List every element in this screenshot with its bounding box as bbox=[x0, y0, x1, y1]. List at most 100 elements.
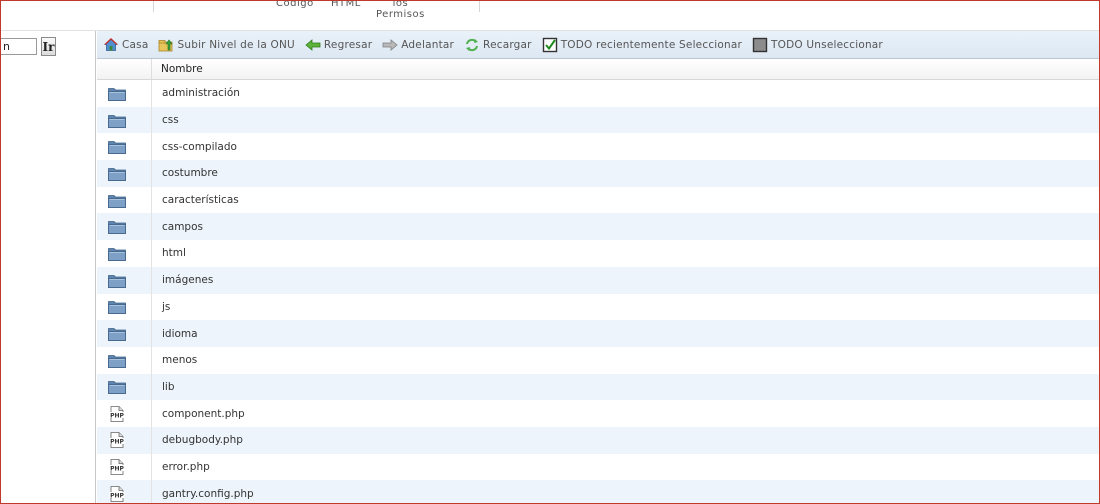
row-icon-cell bbox=[97, 373, 152, 401]
table-row[interactable]: lib bbox=[97, 373, 1100, 401]
php-file-icon: PHP bbox=[109, 485, 125, 502]
svg-text:PHP: PHP bbox=[110, 465, 124, 472]
tab-separator bbox=[153, 0, 154, 12]
php-file-icon: PHP bbox=[109, 405, 125, 422]
left-pane: Ir bbox=[0, 31, 96, 504]
select-all-label: TODO recientemente Seleccionar bbox=[560, 38, 743, 51]
folder-icon bbox=[108, 379, 126, 395]
forward-label: Adelantar bbox=[401, 38, 455, 51]
row-icon-cell bbox=[97, 320, 152, 347]
php-file-icon: PHP bbox=[109, 459, 125, 475]
row-icon-cell bbox=[97, 160, 152, 187]
top-tab-bar: Codigo HTML los Permisos bbox=[0, 0, 1100, 31]
svg-text:PHP: PHP bbox=[110, 412, 124, 419]
back-button[interactable]: Regresar bbox=[305, 34, 372, 56]
row-name[interactable]: lib bbox=[152, 381, 1100, 393]
row-icon-cell bbox=[97, 80, 152, 107]
row-icon-cell bbox=[97, 266, 152, 294]
row-name[interactable]: css bbox=[152, 114, 1100, 126]
row-icon-cell: PHP bbox=[97, 426, 152, 454]
folder-icon bbox=[108, 246, 126, 261]
folder-icon bbox=[108, 326, 126, 341]
table-row[interactable]: imágenes bbox=[97, 266, 1100, 294]
row-name[interactable]: campos bbox=[152, 221, 1100, 233]
row-name[interactable]: idioma bbox=[152, 328, 1100, 340]
up-level-button[interactable]: Subir Nivel de la ONU bbox=[158, 34, 295, 56]
file-toolbar: Casa Subir Nivel de la ONU Regresar Adel… bbox=[97, 31, 1100, 59]
table-row[interactable]: costumbre bbox=[97, 160, 1100, 187]
table-row[interactable]: idioma bbox=[97, 320, 1100, 347]
icon-column-header bbox=[97, 59, 152, 79]
table-row[interactable]: campos bbox=[97, 213, 1100, 241]
folder-icon bbox=[108, 86, 126, 101]
table-row[interactable]: menos bbox=[97, 346, 1100, 374]
select-all-button[interactable]: TODO recientemente Seleccionar bbox=[542, 34, 742, 56]
file-list: Nombre administración css css-compilado cos… bbox=[97, 59, 1100, 504]
table-row[interactable]: css bbox=[97, 106, 1100, 134]
folder-icon bbox=[108, 219, 126, 235]
up-level-label: Subir Nivel de la ONU bbox=[177, 38, 295, 51]
file-list-body: administración css css-compilado costumbre c… bbox=[97, 80, 1100, 504]
reload-button[interactable]: Recargar bbox=[464, 34, 532, 56]
row-name[interactable]: características bbox=[152, 194, 1100, 206]
row-name[interactable]: css-compilado bbox=[152, 141, 1100, 153]
tab-codigo[interactable]: Codigo bbox=[276, 0, 314, 9]
back-arrow-icon bbox=[305, 37, 321, 53]
table-row[interactable]: características bbox=[97, 186, 1100, 214]
row-name[interactable]: js bbox=[152, 301, 1100, 313]
row-icon-cell bbox=[97, 213, 152, 241]
row-name[interactable]: gantry.config.php bbox=[152, 488, 1100, 500]
row-icon-cell bbox=[97, 240, 152, 267]
folder-icon bbox=[108, 299, 126, 315]
home-label: Casa bbox=[122, 38, 149, 51]
name-column-header[interactable]: Nombre bbox=[152, 59, 1100, 79]
row-icon-cell bbox=[97, 106, 152, 134]
table-row[interactable]: html bbox=[97, 240, 1100, 267]
search-input[interactable] bbox=[0, 38, 37, 55]
home-button[interactable]: Casa bbox=[103, 34, 148, 56]
folder-icon bbox=[108, 113, 126, 128]
home-icon bbox=[103, 37, 119, 53]
table-row[interactable]: administración bbox=[97, 80, 1100, 107]
go-button[interactable]: Ir bbox=[41, 37, 56, 56]
row-name[interactable]: menos bbox=[152, 354, 1100, 366]
row-icon-cell: PHP bbox=[97, 400, 152, 427]
unselect-all-label: TODO Unseleccionar bbox=[771, 38, 883, 51]
row-icon-cell bbox=[97, 186, 152, 214]
php-file-icon: PHP bbox=[109, 432, 125, 449]
svg-text:PHP: PHP bbox=[110, 439, 124, 446]
row-name[interactable]: html bbox=[152, 247, 1100, 259]
row-name[interactable]: component.php bbox=[152, 408, 1100, 420]
table-row[interactable]: PHP gantry.config.php bbox=[97, 480, 1100, 504]
file-list-header: Nombre bbox=[97, 59, 1100, 80]
row-name[interactable]: imágenes bbox=[152, 274, 1100, 286]
table-row[interactable]: PHP error.php bbox=[97, 453, 1100, 481]
folder-icon bbox=[108, 166, 126, 181]
row-icon-cell bbox=[97, 133, 152, 161]
forward-button[interactable]: Adelantar bbox=[382, 34, 454, 56]
checkbox-empty-icon bbox=[752, 37, 768, 53]
svg-text:PHP: PHP bbox=[110, 492, 124, 499]
row-name[interactable]: costumbre bbox=[152, 167, 1100, 179]
folder-icon bbox=[108, 139, 126, 155]
row-icon-cell bbox=[97, 346, 152, 374]
up-level-icon bbox=[158, 37, 174, 53]
folder-icon bbox=[108, 353, 126, 368]
table-row[interactable]: css-compilado bbox=[97, 133, 1100, 161]
table-row[interactable]: js bbox=[97, 293, 1100, 321]
table-row[interactable]: PHP component.php bbox=[97, 400, 1100, 427]
checkbox-checked-icon bbox=[542, 37, 558, 53]
row-icon-cell bbox=[97, 293, 152, 321]
tab-separator bbox=[479, 0, 480, 12]
reload-label: Recargar bbox=[483, 38, 532, 51]
row-name[interactable]: administración bbox=[152, 87, 1100, 99]
row-name[interactable]: debugbody.php bbox=[152, 434, 1100, 446]
row-icon-cell: PHP bbox=[97, 480, 152, 504]
back-label: Regresar bbox=[323, 38, 373, 51]
row-name[interactable]: error.php bbox=[152, 461, 1100, 473]
reload-icon bbox=[464, 37, 480, 53]
unselect-all-button[interactable]: TODO Unseleccionar bbox=[752, 34, 883, 56]
table-row[interactable]: PHP debugbody.php bbox=[97, 426, 1100, 454]
tab-permisos[interactable]: los Permisos bbox=[376, 0, 425, 20]
tab-html[interactable]: HTML bbox=[331, 0, 361, 9]
